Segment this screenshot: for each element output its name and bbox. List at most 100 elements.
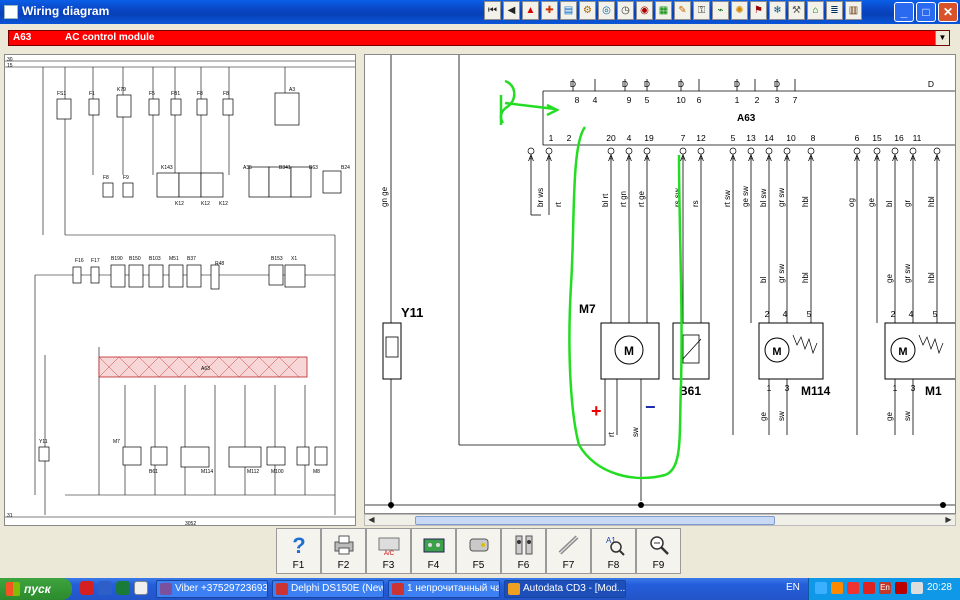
- bottom-pin: 2: [567, 133, 572, 143]
- ac-icon[interactable]: ❄: [769, 1, 786, 20]
- a-c-icon: A/C: [378, 537, 400, 557]
- tyre-icon[interactable]: ◉: [636, 1, 653, 20]
- wire-color-label: hbl: [927, 272, 936, 283]
- top-pin: 8: [575, 95, 580, 105]
- clock: 20:28: [926, 582, 952, 593]
- f2-print-button[interactable]: F2: [321, 528, 366, 574]
- close-button[interactable]: ✕: [938, 2, 958, 22]
- chevron-down-icon[interactable]: ▼: [935, 31, 949, 45]
- belt-icon[interactable]: ✎: [674, 1, 691, 20]
- relay-label: K143: [161, 165, 173, 171]
- clock-icon[interactable]: ◷: [617, 1, 634, 20]
- bottom-pin: 20: [606, 133, 616, 143]
- sensor-label: B37: [187, 256, 196, 262]
- zoom-icon: [650, 536, 669, 555]
- f8-search-component-button[interactable]: A1 F8: [591, 528, 636, 574]
- service-icon[interactable]: ✚: [541, 1, 558, 20]
- top-pin-prefix: D: [644, 79, 650, 89]
- rail-31-label: 31: [7, 513, 13, 519]
- airbag-icon[interactable]: ⚑: [750, 1, 767, 20]
- pin-letter: A: [784, 153, 790, 163]
- f5-component-button[interactable]: F5: [456, 528, 501, 574]
- top-pin: 6: [697, 95, 702, 105]
- wiring-icon[interactable]: ⌁: [712, 1, 729, 20]
- top-pin: 9: [627, 95, 632, 105]
- bottom-pin: 13: [746, 133, 756, 143]
- relay-sub-label: K12: [175, 201, 184, 207]
- m7-motor[interactable]: M: [600, 322, 660, 380]
- antivirus-icon[interactable]: [863, 582, 875, 594]
- safely-remove-icon[interactable]: [911, 582, 923, 594]
- m1-motor[interactable]: M: [884, 322, 956, 380]
- network-icon[interactable]: [815, 582, 827, 594]
- f3-ac-button[interactable]: A/C F3: [366, 528, 411, 574]
- light-icon[interactable]: ✺: [731, 1, 748, 20]
- sensor-label: B190: [111, 256, 123, 262]
- gauge-icon[interactable]: ◎: [598, 1, 615, 20]
- tray-language[interactable]: En: [879, 582, 891, 594]
- power-icon[interactable]: [895, 582, 907, 594]
- opera-icon[interactable]: [80, 581, 94, 595]
- tools-icon[interactable]: ⚒: [788, 1, 805, 20]
- maximize-button[interactable]: □: [916, 2, 936, 22]
- start-button[interactable]: пуск: [0, 578, 72, 600]
- data-icon[interactable]: ≣: [826, 1, 843, 20]
- task-chat[interactable]: 1 непрочитанный ча...: [388, 580, 500, 598]
- minimize-button[interactable]: _: [894, 2, 914, 22]
- speaker-icon[interactable]: [831, 582, 843, 594]
- task-label: Delphi DS150E (New ...: [291, 583, 384, 594]
- m7-label: M7: [579, 302, 596, 316]
- m114-pin: 5: [807, 309, 812, 319]
- task-autodata[interactable]: Autodata CD3 - [Mod...: [504, 580, 626, 598]
- wire-color-label: gr sw: [777, 264, 786, 283]
- scroll-right-icon[interactable]: ▶: [943, 515, 954, 525]
- 3g-icon[interactable]: [847, 582, 859, 594]
- task-viber[interactable]: Viber +375297236932: [156, 580, 268, 598]
- f1-help-button[interactable]: ? F1: [276, 528, 321, 574]
- horizontal-scrollbar[interactable]: ◀ ▶: [364, 514, 956, 526]
- task-label: 1 непрочитанный ча...: [407, 583, 500, 594]
- opera-icon: [392, 583, 404, 595]
- m114-motor[interactable]: M: [758, 322, 824, 380]
- scrollbar-thumb[interactable]: [415, 516, 775, 525]
- f9-zoom-button[interactable]: F9: [636, 528, 681, 574]
- scroll-left-icon[interactable]: ◀: [366, 515, 377, 525]
- overview-diagram-panel[interactable]: 30 15 31 3052 FS1 F1 K79 F5 FB1 F8 F8 A3…: [4, 54, 356, 526]
- bottom-pin: 14: [764, 133, 774, 143]
- excel-icon[interactable]: [116, 581, 130, 595]
- y11-label: Y11: [401, 305, 423, 320]
- bottom-pin: 15: [872, 133, 882, 143]
- key-icon[interactable]: ⚿: [693, 1, 710, 20]
- top-pin: 5: [645, 95, 650, 105]
- task-delphi[interactable]: Delphi DS150E (New ...: [272, 580, 384, 598]
- wire-color-label: br ws: [536, 188, 545, 207]
- component-label: M100: [271, 469, 284, 475]
- component-icon: [469, 538, 489, 552]
- title-bar[interactable]: Wiring diagram ⏮ ◀ ▲ ✚ ▤ ⚙ ◎ ◷ ◉ ▦ ✎ ⚿ ⌁…: [0, 0, 960, 24]
- f4-board-button[interactable]: F4: [411, 528, 456, 574]
- y11-valve[interactable]: [382, 322, 402, 380]
- f6-connector-button[interactable]: F6: [501, 528, 546, 574]
- language-indicator[interactable]: EN: [786, 582, 800, 593]
- brake-icon[interactable]: ▦: [655, 1, 672, 20]
- svg-text:A1: A1: [606, 536, 616, 545]
- first-page-icon[interactable]: ⏮: [484, 1, 501, 20]
- relay-label: A35: [243, 165, 252, 171]
- b61-sensor[interactable]: [672, 322, 710, 380]
- manual-icon[interactable]: ▥: [845, 1, 862, 20]
- diagnostic-icon[interactable]: ⌂: [807, 1, 824, 20]
- desktop-icon[interactable]: [134, 581, 148, 595]
- detail-diagram-panel[interactable]: M M M A63 Y11 M7 B61 M114 M1 D D D D D D…: [364, 54, 956, 514]
- skype-icon[interactable]: [98, 581, 112, 595]
- fkey-label: F2: [337, 560, 350, 571]
- module-selector[interactable]: A63 AC control module ▼: [8, 30, 950, 46]
- probe-icon: [558, 535, 579, 555]
- sensor-label: F16: [75, 258, 84, 264]
- f7-probe-button[interactable]: F7: [546, 528, 591, 574]
- wire-color-label: bl: [885, 201, 894, 207]
- engine-icon[interactable]: ⚙: [579, 1, 596, 20]
- system-tray: En 20:28: [808, 578, 960, 600]
- chart-icon[interactable]: ▤: [560, 1, 577, 20]
- prev-page-icon[interactable]: ◀: [503, 1, 520, 20]
- warning-icon[interactable]: ▲: [522, 1, 539, 20]
